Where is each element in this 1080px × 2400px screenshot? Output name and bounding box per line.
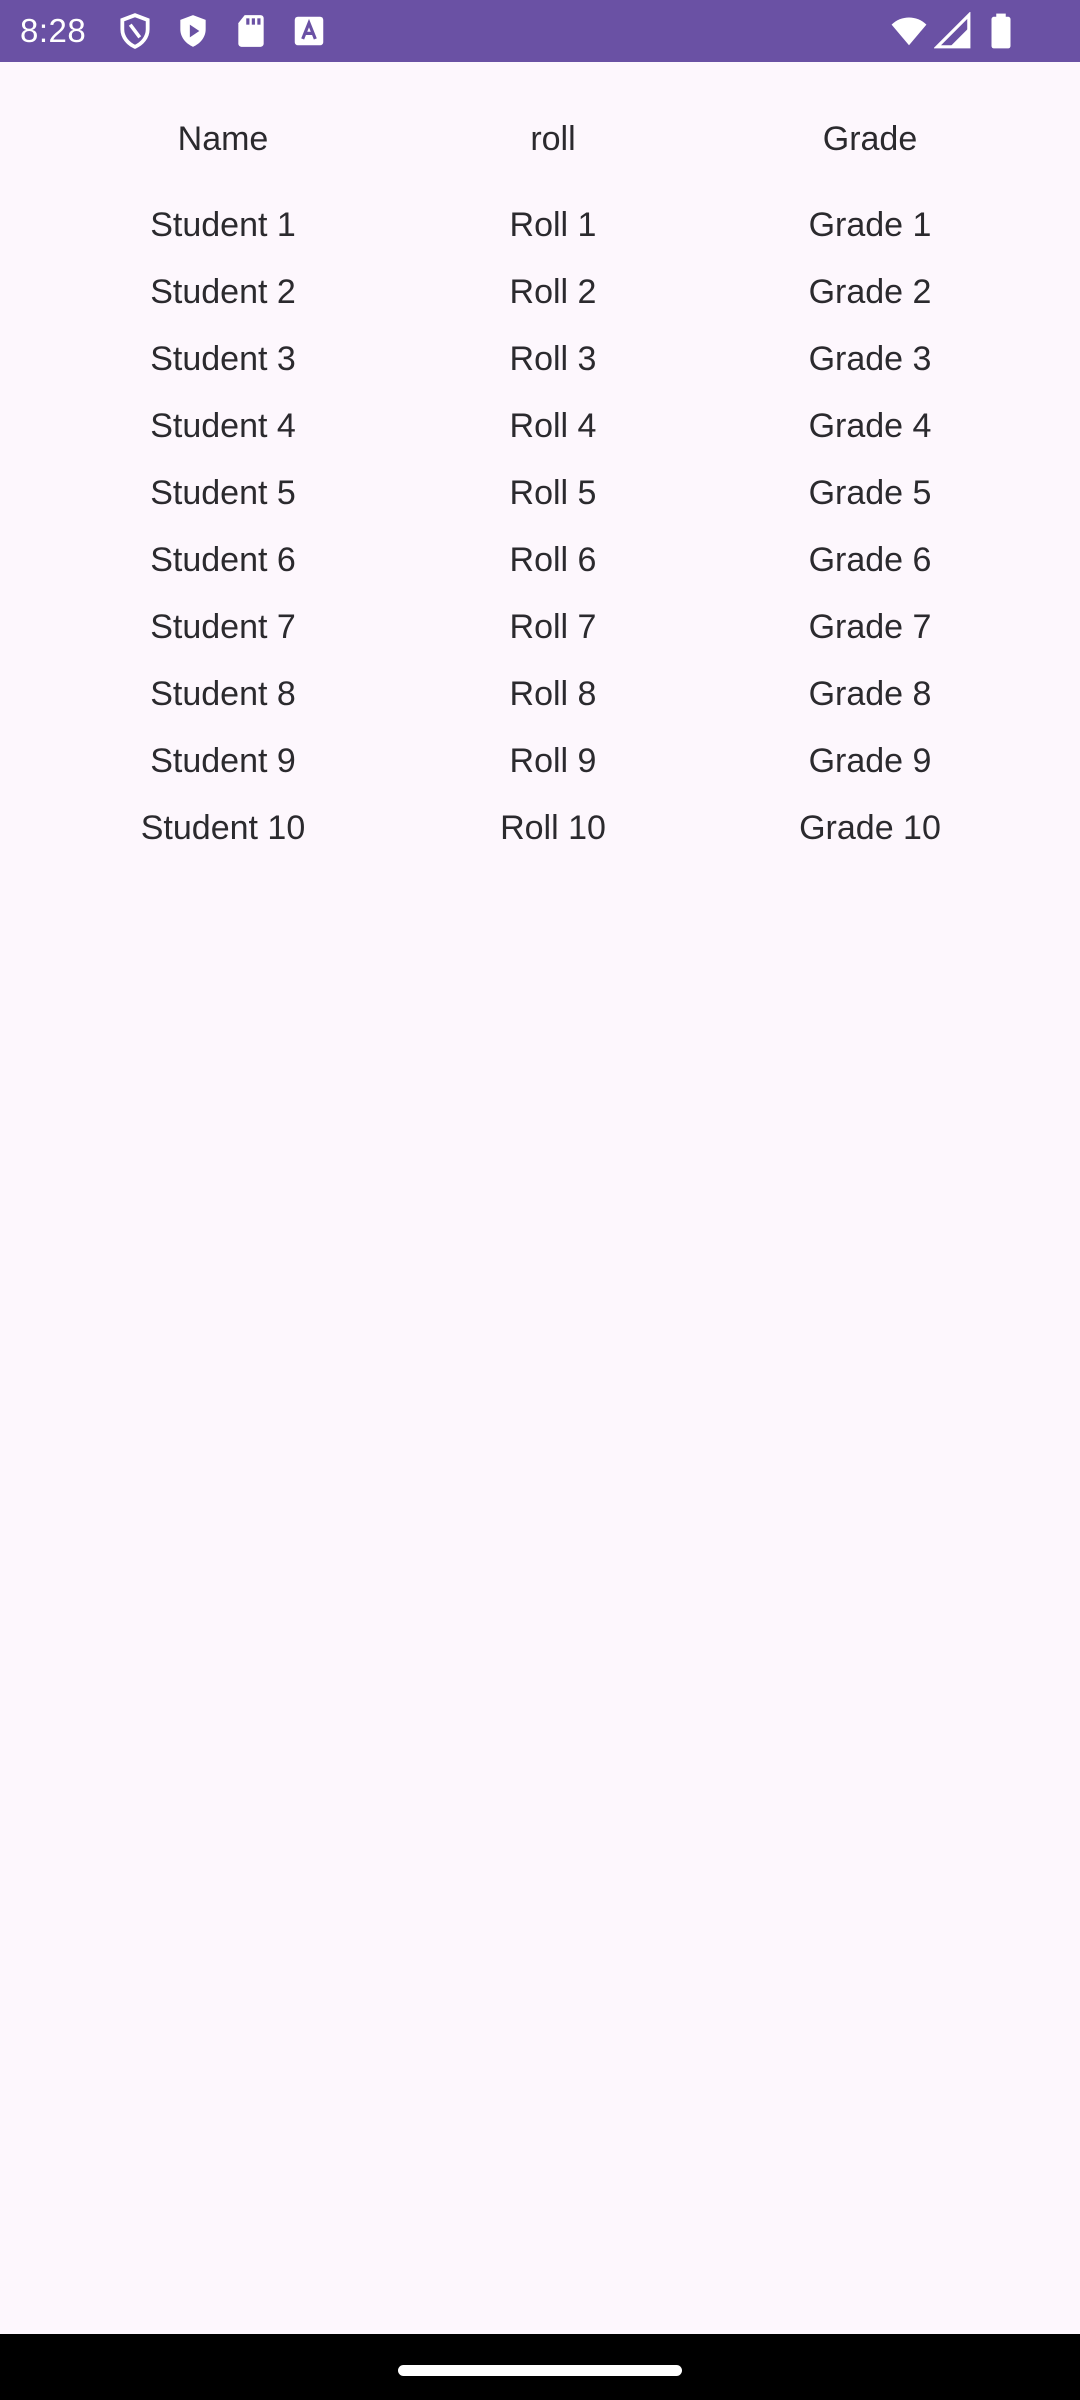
table-row: Student 3 Roll 3 Grade 3: [0, 326, 1080, 393]
table-row: Student 9 Roll 9 Grade 9: [0, 728, 1080, 795]
cell-roll: Roll 7: [509, 608, 597, 646]
shield-outline-icon: [116, 12, 154, 50]
cell-name: Student 6: [150, 541, 296, 579]
cell-roll: Roll 9: [509, 742, 597, 780]
cell-roll: Roll 5: [509, 474, 597, 512]
cell-name: Student 9: [150, 742, 296, 780]
cell-signal-icon: [934, 12, 972, 50]
student-table: Name roll Grade Student 1 Roll 1 Grade 1…: [0, 62, 1080, 862]
table-row: Student 4 Roll 4 Grade 4: [0, 393, 1080, 460]
navigation-bar: [0, 2334, 1080, 2400]
cell-grade: Grade 9: [808, 742, 932, 780]
cell-grade: Grade 6: [808, 541, 932, 579]
table-row: Student 8 Roll 8 Grade 8: [0, 661, 1080, 728]
cell-grade: Grade 4: [808, 407, 932, 445]
cell-roll: Roll 2: [509, 273, 597, 311]
cell-name: Student 5: [150, 474, 296, 512]
cell-name: Student 4: [150, 407, 296, 445]
header-name: Name: [177, 120, 269, 158]
table-row: Student 5 Roll 5 Grade 5: [0, 460, 1080, 527]
cell-grade: Grade 3: [808, 340, 932, 378]
play-shield-icon: [174, 12, 212, 50]
table-row: Student 6 Roll 6 Grade 6: [0, 527, 1080, 594]
cell-grade: Grade 5: [808, 474, 932, 512]
cell-roll: Roll 10: [500, 809, 606, 847]
table-row: Student 2 Roll 2 Grade 2: [0, 259, 1080, 326]
cell-grade: Grade 8: [808, 675, 932, 713]
font-a-icon: [290, 12, 328, 50]
cell-roll: Roll 1: [509, 206, 597, 244]
table-row: Student 10 Roll 10 Grade 10: [0, 795, 1080, 862]
cell-grade: Grade 7: [808, 608, 932, 646]
header-roll: roll: [530, 120, 576, 158]
cell-grade: Grade 10: [799, 809, 941, 847]
cell-name: Student 8: [150, 675, 296, 713]
cell-name: Student 2: [150, 273, 296, 311]
cell-name: Student 7: [150, 608, 296, 646]
wifi-icon: [888, 12, 930, 50]
cell-grade: Grade 2: [808, 273, 932, 311]
cell-roll: Roll 8: [509, 675, 597, 713]
header-grade: Grade: [822, 120, 918, 158]
table-header: Name roll Grade: [0, 112, 1080, 192]
battery-icon: [982, 12, 1020, 50]
status-bar: 8:28: [0, 0, 1080, 62]
cell-roll: Roll 4: [509, 407, 597, 445]
status-time: 8:28: [20, 12, 87, 49]
cell-name: Student 10: [140, 809, 306, 847]
cell-name: Student 1: [150, 206, 296, 244]
cell-roll: Roll 6: [509, 541, 597, 579]
cell-roll: Roll 3: [509, 340, 597, 378]
table-row: Student 1 Roll 1 Grade 1: [0, 192, 1080, 259]
cell-name: Student 3: [150, 340, 296, 378]
home-gesture-handle[interactable]: [398, 2365, 682, 2376]
table-row: Student 7 Roll 7 Grade 7: [0, 594, 1080, 661]
cell-grade: Grade 1: [808, 206, 932, 244]
sd-card-icon: [232, 12, 270, 50]
